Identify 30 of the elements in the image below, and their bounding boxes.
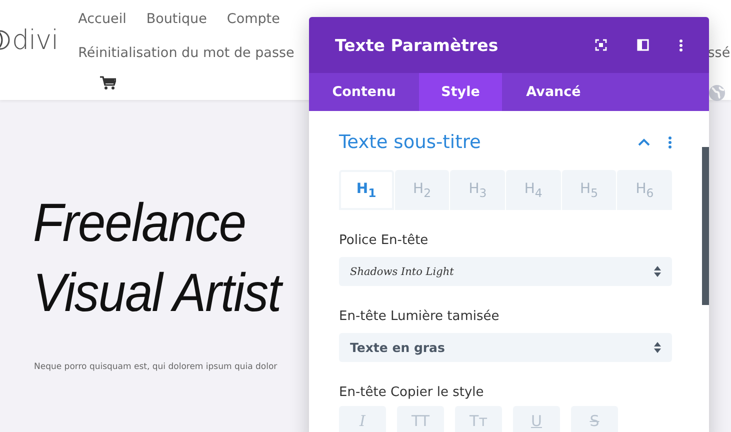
nav-link[interactable]: Boutique — [146, 9, 220, 29]
chevron-up-icon[interactable] — [638, 138, 650, 146]
cart-icon[interactable] — [100, 76, 116, 90]
layout-icon[interactable] — [637, 39, 649, 51]
globe-icon[interactable] — [708, 84, 726, 102]
hero-title: Visual Artist — [33, 262, 281, 325]
field-label: En-tête Copier le style — [339, 385, 485, 400]
field-label: En-tête Lumière tamisée — [339, 309, 500, 324]
nav-link[interactable]: ssé — [708, 43, 730, 63]
site-logo[interactable]: divi — [12, 24, 58, 56]
panel-title: Texte Paramètres — [335, 36, 498, 54]
section-title[interactable]: Texte sous-titre — [339, 132, 481, 152]
scrollbar[interactable] — [702, 147, 709, 305]
panel-tab[interactable]: Avancé — [502, 73, 605, 111]
more-icon[interactable] — [679, 38, 683, 52]
nav-link[interactable]: Réinitialisation du mot de passe — [78, 43, 308, 63]
hero-paragraph: Neque porro quisquam est, qui dolorem ipsum quia dolor — [34, 362, 278, 372]
field-label: Police En-tête — [339, 233, 430, 248]
nav-link[interactable]: Accueil — [78, 9, 140, 29]
select-field[interactable]: Texte en gras — [339, 333, 672, 362]
panel-tab[interactable]: Contenu — [309, 73, 419, 111]
sort-arrows-icon — [654, 266, 661, 277]
hero-title: Freelance — [33, 192, 246, 255]
more-icon[interactable] — [668, 136, 672, 148]
nav-link[interactable]: Compte — [226, 9, 293, 29]
panel-tab[interactable]: Style — [419, 73, 502, 111]
heading-level-tab[interactable]: H$_{1}$ — [339, 170, 394, 210]
sort-arrows-icon — [654, 342, 661, 353]
select-field[interactable]: Shadows Into Light — [339, 257, 672, 286]
fullscreen-icon[interactable] — [595, 39, 607, 51]
